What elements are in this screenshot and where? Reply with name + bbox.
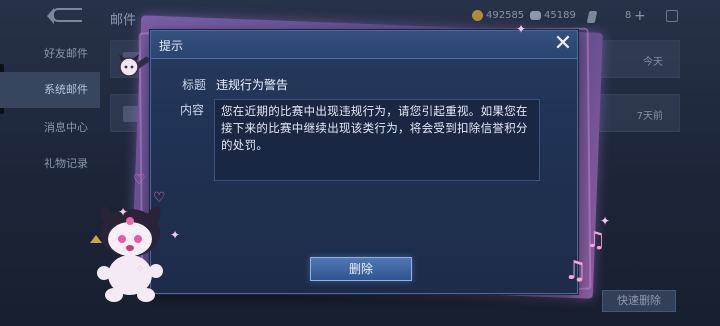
close-icon[interactable]: ✕ [553,33,573,55]
notice-dialog: 提示 ✕ 标题 违规行为警告 内容 您在近期的比赛中出现违规行为，请您引起重视。… [150,30,578,294]
slot-count: 8 [625,10,632,21]
kuromi-wand-icon [119,54,150,77]
dialog-title: 提示 [159,39,184,53]
gold-coin-icon [472,10,483,21]
subject-value: 违规行为警告 [216,78,289,92]
gold-currency: 492585 [472,10,524,21]
kuromi-mascot [90,206,163,302]
gem-icon [530,11,541,20]
gem-count: 45189 [544,10,576,21]
sparkle-icon: ✧ [135,262,146,276]
sparkle-icon: ✦ [600,214,611,228]
sparkle-icon: ✦ [118,205,129,219]
music-note-icon: ♫ [586,228,606,253]
sidebar-item-label: 消息中心 [44,121,88,134]
gold-count: 492585 [486,10,525,21]
mail-time: 今天 [643,57,663,68]
sidebar-item-system-mail[interactable]: 系统邮件 [0,72,100,108]
mail-time: 7天前 [636,111,663,122]
delete-button[interactable]: 删除 [310,257,412,281]
sidebar-item-label: 礼物记录 [44,157,88,170]
dialog-header: 提示 ✕ [151,31,577,59]
content-label: 内容 [180,103,205,117]
subject-label: 标题 [182,78,207,92]
sidebar-item-label: 系统邮件 [44,83,88,96]
back-arrow-icon[interactable] [47,8,82,24]
sidebar-item-message-center[interactable]: 消息中心 [0,110,100,146]
content-text: 您在近期的比赛中出现违规行为，请您引起重视。如果您在接下来的比赛中继续出现该类行… [214,99,540,181]
plus-icon[interactable]: + [634,8,646,24]
ticket-icon [586,11,598,23]
page-title: 邮件 [110,13,137,28]
sparkle-icon: ✦ [170,228,181,242]
mail-screen: 邮件 492585 45189 8 + 好友邮件 系统邮件 消息中心 礼物记录 [0,0,720,326]
quick-delete-button[interactable]: 快速删除 [602,290,676,312]
gem-currency: 45189 [530,10,576,21]
sidebar-item-label: 好友邮件 [44,47,88,60]
heart-icon: ♡ [133,172,146,188]
music-note-icon: ♫ [564,256,588,286]
sidebar-item-friend-mail[interactable]: 好友邮件 [0,36,100,72]
settings-icon[interactable] [666,10,678,22]
heart-icon: ♡ [153,190,166,206]
sidebar-item-gift-record[interactable]: 礼物记录 [0,146,100,182]
sparkle-icon: ✦ [516,22,527,36]
